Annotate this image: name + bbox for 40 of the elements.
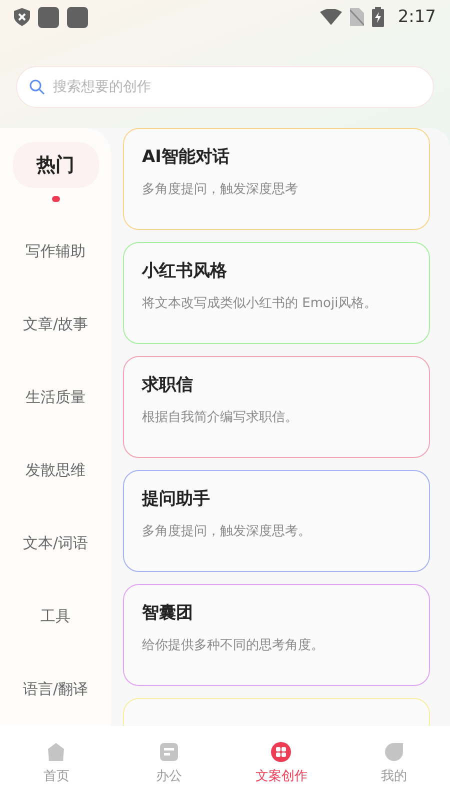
template-card[interactable]: 求职信 根据自我简介编写求职信。 xyxy=(123,356,430,458)
leaf-icon xyxy=(382,741,405,763)
status-time: 2:17 xyxy=(398,7,436,27)
wifi-icon xyxy=(320,9,342,25)
search-icon xyxy=(29,79,45,95)
card-description: 多角度提问，触发深度思考。 xyxy=(142,523,312,540)
grid-icon xyxy=(270,741,292,763)
template-card[interactable]: AI智能对话 多角度提问，触发深度思考 xyxy=(123,128,430,230)
notification-icon xyxy=(67,6,88,28)
nav-tab[interactable]: 文案创作 xyxy=(225,726,338,800)
card-title: 提问助手 xyxy=(142,488,211,510)
category-tab[interactable]: 发散思维 xyxy=(12,461,98,480)
card-title: 求职信 xyxy=(142,374,194,396)
notification-icon xyxy=(38,6,59,28)
card-description: 根据自我简介编写求职信。 xyxy=(142,409,299,426)
battery-icon xyxy=(372,7,384,27)
no-sim-icon xyxy=(350,8,364,26)
card-description: 给你提供多种不同的思考角度。 xyxy=(142,637,325,654)
category-tab[interactable]: 工具 xyxy=(12,607,98,626)
category-tab[interactable]: 写作辅助 xyxy=(12,242,98,261)
nav-tab[interactable]: 办公 xyxy=(112,726,225,800)
card-description: 将文本改写成类似小红书的 Emoji风格。 xyxy=(142,295,378,312)
template-card[interactable]: 提问助手 多角度提问，触发深度思考。 xyxy=(123,470,430,572)
card-title: 智囊团 xyxy=(142,602,194,624)
search-field[interactable]: 搜索想要的创作 xyxy=(16,66,434,108)
template-card[interactable]: 智囊团 给你提供多种不同的思考角度。 xyxy=(123,584,430,686)
category-tab[interactable]: 文章/故事 xyxy=(12,315,98,334)
category-tab[interactable]: 语言/翻译 xyxy=(12,680,98,699)
card-title: 小红书风格 xyxy=(142,260,228,282)
card-title: AI智能对话 xyxy=(142,146,230,168)
document-icon xyxy=(158,741,180,763)
category-tab[interactable]: 文本/词语 xyxy=(12,534,98,553)
category-tab[interactable]: 热门 xyxy=(12,142,98,188)
nav-tab[interactable]: 我的 xyxy=(338,726,450,800)
nav-tab[interactable]: 首页 xyxy=(0,726,112,800)
shield-icon xyxy=(14,8,30,26)
category-tab[interactable]: 生活质量 xyxy=(12,388,98,407)
selected-indicator xyxy=(52,196,60,202)
card-description: 多角度提问，触发深度思考 xyxy=(142,181,299,198)
template-card[interactable]: 小红书风格 将文本改写成类似小红书的 Emoji风格。 xyxy=(123,242,430,344)
